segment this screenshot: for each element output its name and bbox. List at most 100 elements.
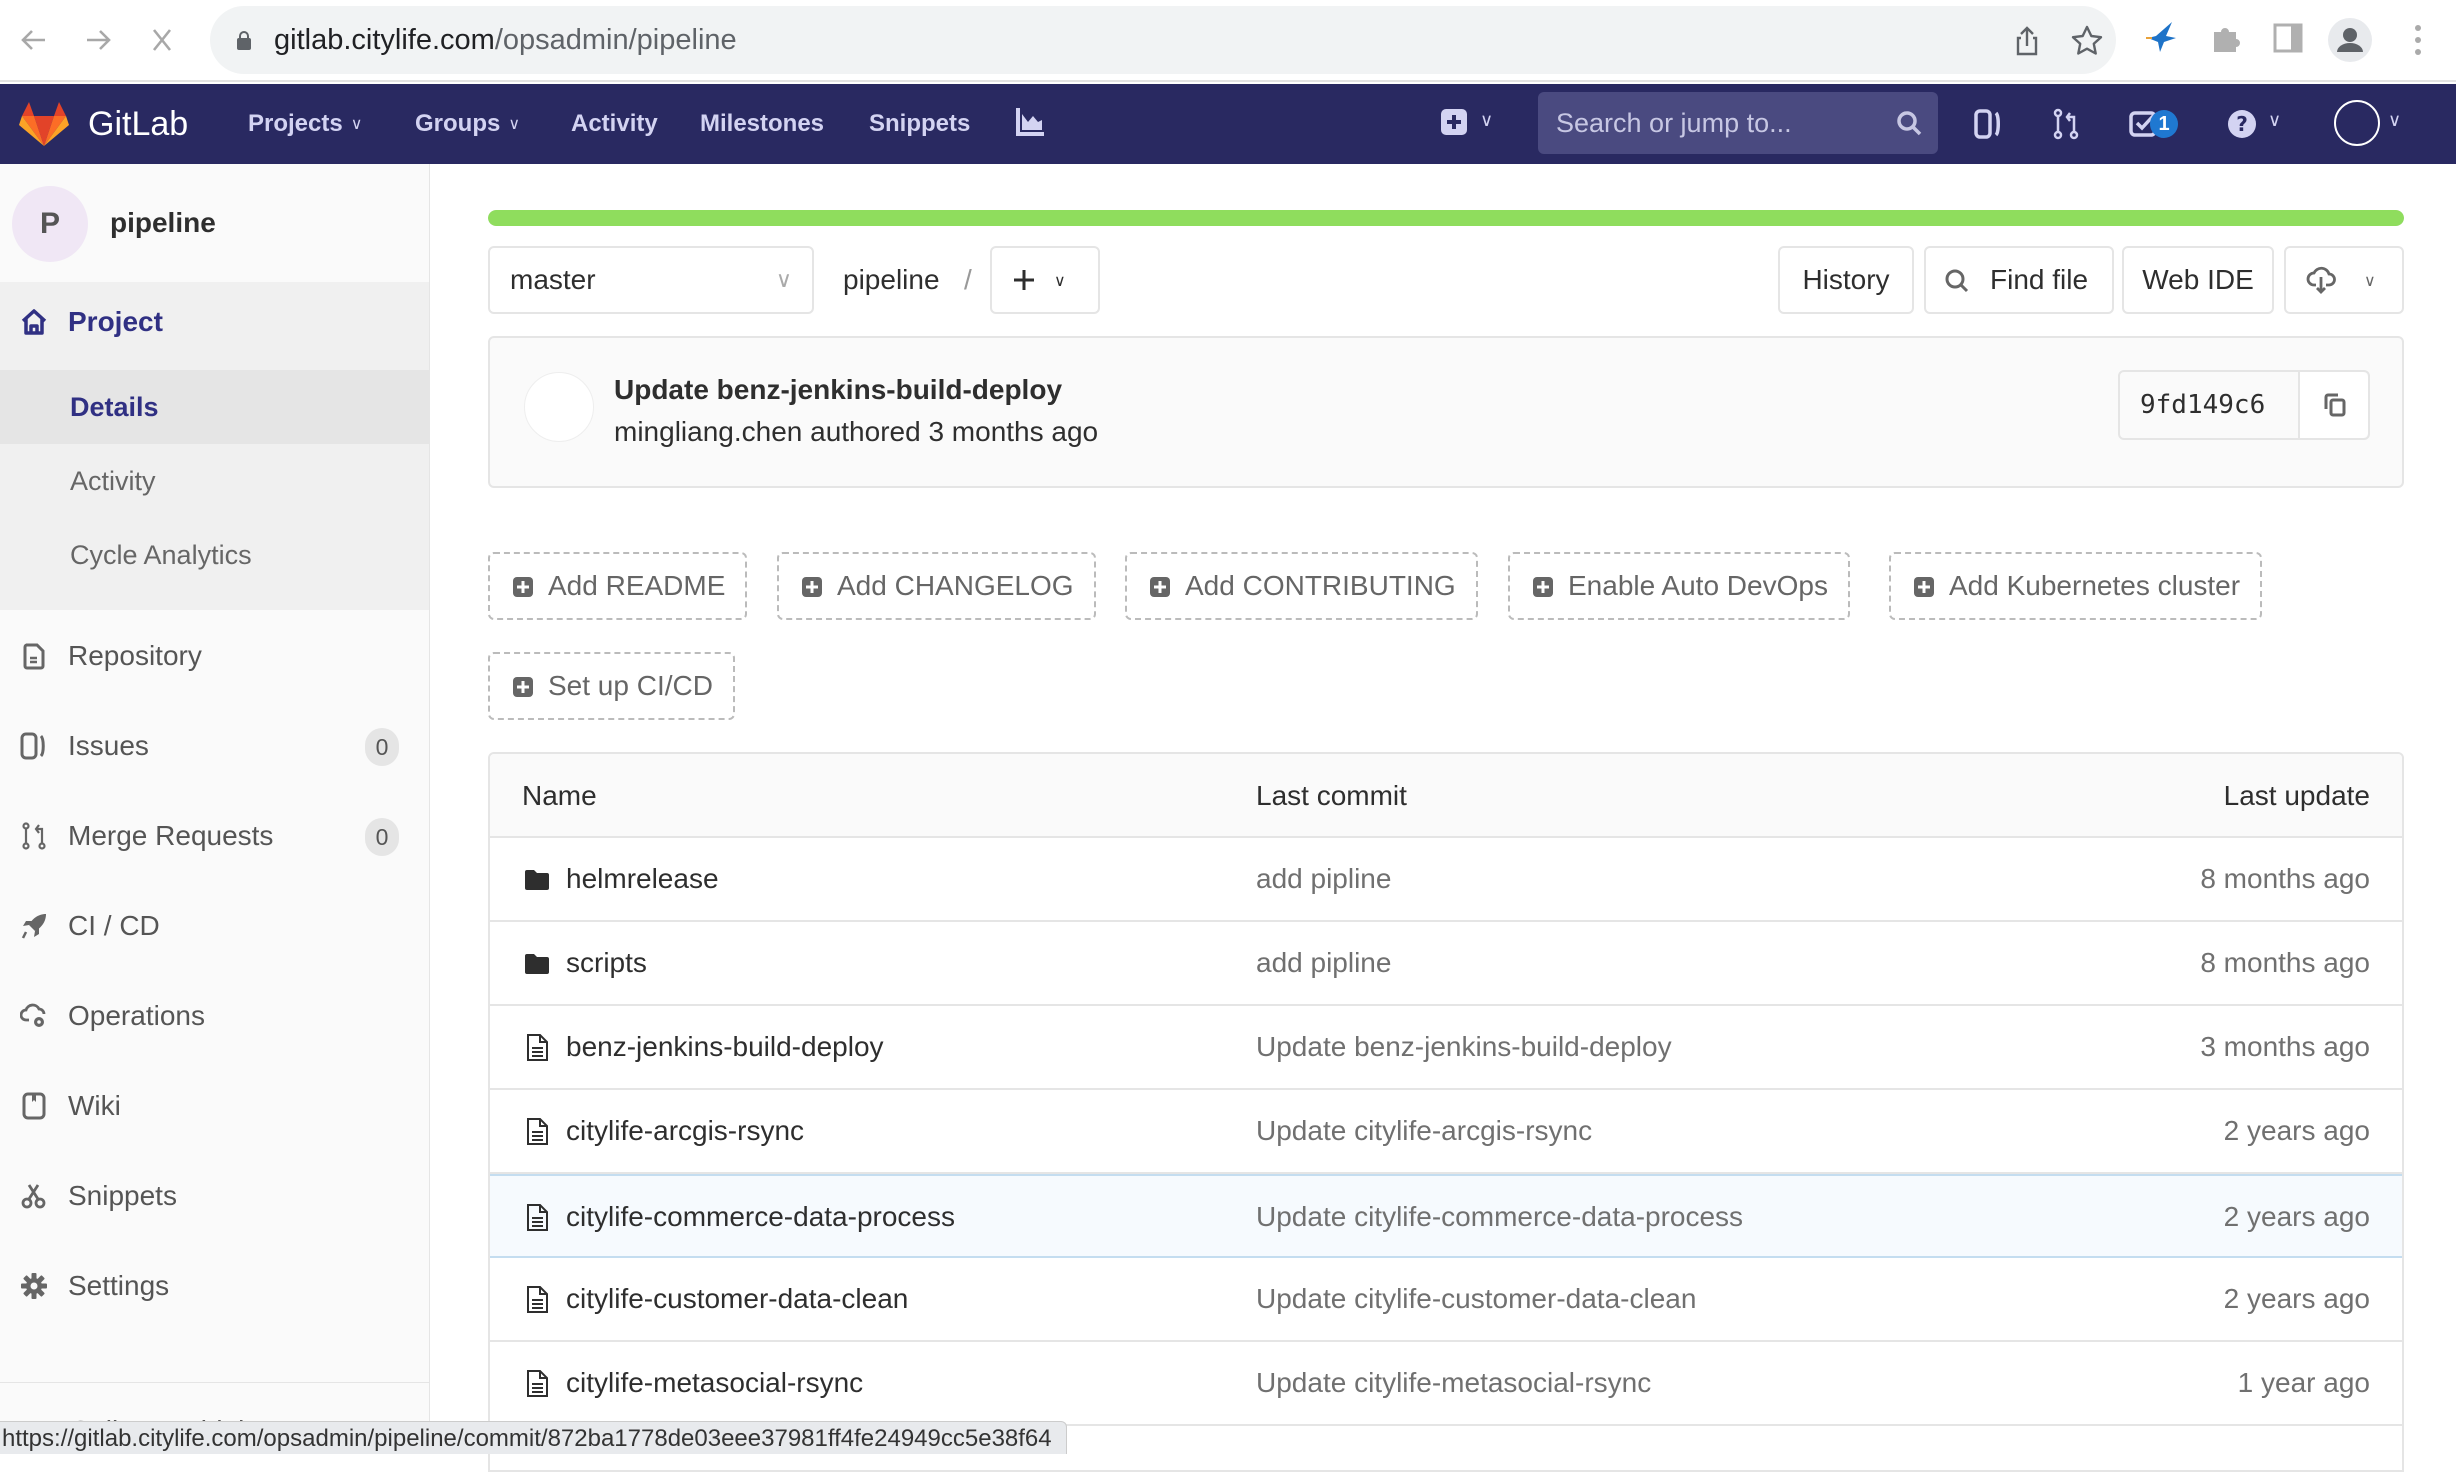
enable-auto-devops-label: Enable Auto DevOps: [1568, 570, 1828, 601]
project-name: pipeline: [110, 207, 216, 238]
sidebar-item-merge-requests[interactable]: Merge Requests 0: [0, 796, 429, 876]
share-icon[interactable]: [2010, 24, 2044, 58]
new-plus-square-icon[interactable]: [1440, 108, 1468, 136]
gitlab-brand[interactable]: GitLab: [88, 84, 188, 164]
web-ide-button[interactable]: Web IDE: [2122, 246, 2274, 314]
rocket-icon: [21, 914, 46, 939]
sidebar-item-ci-cd[interactable]: CI / CD: [0, 886, 429, 966]
chevron-down-icon[interactable]: ∨: [1480, 110, 1493, 131]
cloud-gear-icon: [20, 1003, 46, 1027]
kebab-menu-icon[interactable]: [2408, 22, 2428, 58]
file-last-commit-link[interactable]: add pipline: [1256, 922, 1391, 1004]
gitlab-logo-icon[interactable]: [18, 100, 70, 148]
chevron-down-icon: ∨: [508, 116, 521, 133]
file-name-link[interactable]: citylife-commerce-data-process: [566, 1176, 955, 1258]
file-last-commit-link[interactable]: Update citylife-metasocial-rsync: [1256, 1342, 1651, 1424]
breadcrumb-project[interactable]: pipeline: [843, 246, 940, 314]
sidebar-item-wiki[interactable]: Wiki: [0, 1066, 429, 1146]
chevron-down-icon[interactable]: ∨: [2388, 110, 2401, 131]
file-last-commit-link[interactable]: Update citylife-commerce-data-process: [1256, 1176, 1743, 1258]
commit-title-link[interactable]: Update benz-jenkins-build-deploy: [614, 374, 1062, 406]
folder-icon: [525, 954, 549, 974]
address-bar[interactable]: gitlab.citylife.com/opsadmin/pipeline: [210, 6, 2116, 74]
sidebar-subitem-details[interactable]: Details: [0, 370, 429, 444]
sidebar-item-project[interactable]: Project: [0, 282, 429, 362]
back-button[interactable]: [14, 20, 54, 60]
sidebar-subitem-label: Cycle Analytics: [70, 540, 252, 570]
file-name-link[interactable]: scripts: [566, 922, 647, 1004]
table-row[interactable]: helmrelease add pipline 8 months ago: [490, 838, 2402, 922]
nav-groups-label: Groups: [415, 110, 501, 137]
sidebar-subitem-activity[interactable]: Activity: [0, 444, 429, 518]
download-dropdown[interactable]: ∨: [2284, 246, 2404, 314]
sidebar-item-issues[interactable]: Issues 0: [0, 706, 429, 786]
repository-icon: [23, 643, 45, 670]
chart-icon[interactable]: [1014, 106, 1046, 138]
table-row[interactable]: citylife-commerce-data-process Update cit…: [490, 1174, 2402, 1258]
find-file-button[interactable]: Find file: [1924, 246, 2114, 314]
gear-icon: [21, 1273, 47, 1299]
person-icon: [2337, 28, 2363, 52]
file-last-commit-link[interactable]: Update citylife-customer-data-clean: [1256, 1258, 1696, 1340]
table-header: Name Last commit Last update: [490, 754, 2402, 838]
copy-sha-button[interactable]: [2298, 372, 2368, 438]
sidebar-item-label: Snippets: [68, 1180, 177, 1211]
file-last-commit-link[interactable]: Update benz-jenkins-build-deploy: [1256, 1006, 1672, 1088]
user-avatar[interactable]: [2334, 100, 2380, 146]
sidebar-item-snippets[interactable]: Snippets: [0, 1156, 429, 1236]
table-row[interactable]: citylife-customer-data-clean Update cityl…: [490, 1258, 2402, 1342]
table-row[interactable]: citylife-arcgis-rsync Update citylife-arc…: [490, 1090, 2402, 1174]
commit-author-avatar[interactable]: [524, 372, 594, 442]
bookmark-star-icon[interactable]: [2070, 24, 2104, 58]
side-panel-icon[interactable]: [2270, 20, 2306, 56]
sidebar-item-label: Settings: [68, 1270, 170, 1301]
file-last-commit-link[interactable]: Update citylife-arcgis-rsync: [1256, 1090, 1592, 1172]
history-button[interactable]: History: [1778, 246, 1914, 314]
sidebar-item-repository[interactable]: Repository: [0, 616, 429, 696]
stop-loading-button[interactable]: [142, 20, 182, 60]
file-last-update: 8 months ago: [2200, 947, 2370, 978]
branch-select[interactable]: master ∨: [488, 246, 814, 314]
file-icon: [527, 1204, 548, 1231]
setup-ci-cd-button[interactable]: Set up CI/CD: [488, 652, 735, 720]
scissors-icon: [21, 1184, 46, 1209]
file-name-link[interactable]: helmrelease: [566, 838, 719, 920]
commit-sha[interactable]: 9fd149c6: [2140, 372, 2265, 438]
nav-snippets[interactable]: Snippets: [869, 84, 970, 164]
sidebar-subitem-cycle-analytics[interactable]: Cycle Analytics: [0, 518, 429, 592]
lock-icon: [237, 31, 251, 50]
project-header[interactable]: P pipeline: [0, 164, 429, 282]
issues-icon[interactable]: [1972, 108, 2004, 140]
nav-groups[interactable]: Groups ∨: [415, 84, 520, 165]
merge-request-icon[interactable]: [2050, 108, 2082, 140]
file-name-link[interactable]: benz-jenkins-build-deploy: [566, 1006, 884, 1088]
file-name-link[interactable]: citylife-metasocial-rsync: [566, 1342, 863, 1424]
plus-square-icon: [1533, 577, 1553, 597]
chevron-down-icon[interactable]: ∨: [2268, 110, 2281, 131]
add-readme-button[interactable]: Add README: [488, 552, 748, 620]
forward-button[interactable]: [78, 20, 118, 60]
add-changelog-button[interactable]: Add CHANGELOG: [777, 552, 1096, 620]
nav-milestones[interactable]: Milestones: [700, 84, 824, 164]
search-input[interactable]: Search or jump to...: [1538, 92, 1938, 154]
help-icon[interactable]: ?: [2226, 108, 2258, 140]
table-row[interactable]: scripts add pipline 8 months ago: [490, 922, 2402, 1006]
table-row[interactable]: benz-jenkins-build-deploy Update benz-jen…: [490, 1006, 2402, 1090]
sidebar-item-settings[interactable]: Settings: [0, 1246, 429, 1326]
table-row[interactable]: citylife-metasocial-rsync Update citylife…: [490, 1342, 2402, 1426]
sidebar-item-operations[interactable]: Operations: [0, 976, 429, 1056]
plus-icon: [1014, 270, 1034, 290]
puzzle-extensions-icon[interactable]: [2208, 20, 2244, 56]
file-name-link[interactable]: citylife-arcgis-rsync: [566, 1090, 804, 1172]
file-name-link[interactable]: citylife-customer-data-clean: [566, 1258, 908, 1340]
add-to-tree-dropdown[interactable]: ∨: [990, 246, 1100, 314]
enable-auto-devops-button[interactable]: Enable Auto DevOps: [1508, 552, 1850, 620]
add-contributing-button[interactable]: Add CONTRIBUTING: [1125, 552, 1478, 620]
add-kubernetes-cluster-button[interactable]: Add Kubernetes cluster: [1889, 552, 2263, 620]
file-icon: [527, 1118, 548, 1145]
file-last-commit-link[interactable]: add pipline: [1256, 838, 1391, 920]
nav-projects[interactable]: Projects ∨: [248, 84, 362, 165]
profile-button[interactable]: [2328, 18, 2372, 62]
bird-extension-icon[interactable]: [2144, 20, 2180, 56]
nav-activity[interactable]: Activity: [571, 84, 658, 164]
